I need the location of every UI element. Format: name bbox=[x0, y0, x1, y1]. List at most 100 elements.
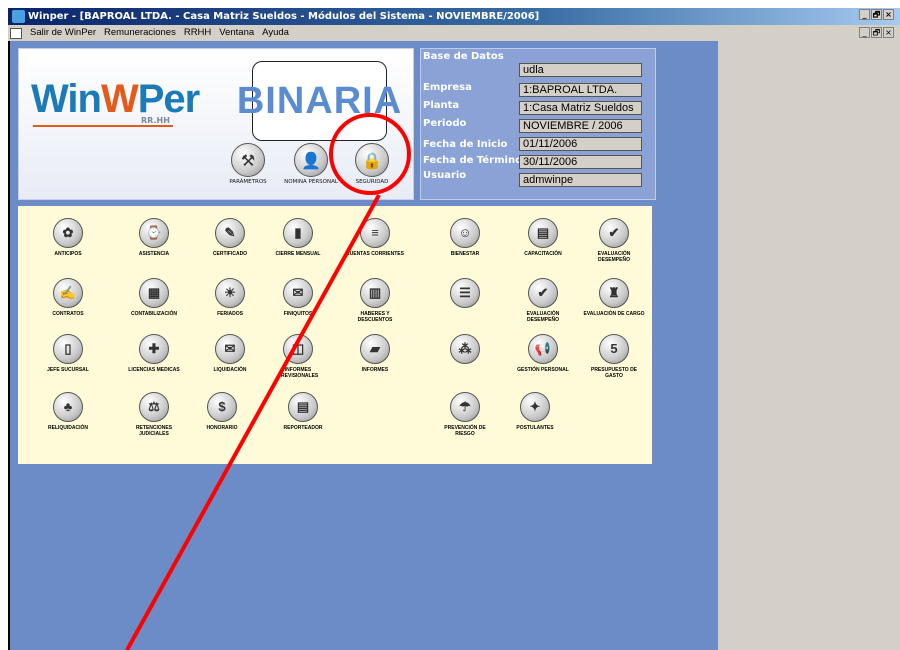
restore-button[interactable]: 🗗 bbox=[871, 9, 882, 20]
menu-ayuda[interactable]: Ayuda bbox=[258, 25, 293, 41]
module-informes-previsionales[interactable]: ◫ INFORMES PREVISIONALES bbox=[267, 334, 329, 379]
feriados-icon: ☀ bbox=[215, 278, 245, 308]
network-icon: ⁂ bbox=[450, 334, 480, 364]
value-usuario: admwinpe bbox=[519, 173, 642, 187]
label-fecha-inicio: Fecha de Inicio bbox=[423, 139, 508, 150]
module-prevencion-riesgo[interactable]: ☂ PREVENCIÓN DE RIESGO bbox=[434, 392, 496, 437]
module-feriados[interactable]: ☀ FERIADOS bbox=[199, 278, 261, 317]
module-haberes-descuentos[interactable]: ▥ HABERES Y DESCUENTOS bbox=[344, 278, 406, 323]
module-postulantes[interactable]: ✦ POSTULANTES bbox=[504, 392, 566, 431]
winper-logo-part3: Per bbox=[137, 77, 200, 121]
evaluacion-desempeno-icon: ✔ bbox=[599, 218, 629, 248]
module-certificado[interactable]: ✎ CERTIFICADO bbox=[199, 218, 261, 257]
module-anticipos[interactable]: ✿ ANTICIPOS bbox=[37, 218, 99, 257]
module-contabilizacion[interactable]: ▦ CONTABILIZACIÓN bbox=[123, 278, 185, 317]
menu-salir[interactable]: Salir de WinPer bbox=[26, 25, 100, 41]
module-jefe-sucursal[interactable]: ▯ JEFE SUCURSAL bbox=[37, 334, 99, 373]
mdi-close-button[interactable]: × bbox=[883, 27, 894, 38]
info-panel: Base de Datos udla Empresa 1:BAPROAL LTD… bbox=[420, 48, 656, 200]
mdi-window-icon[interactable] bbox=[10, 27, 22, 39]
menu-ventana[interactable]: Ventana bbox=[215, 25, 258, 41]
module-cierre-mensual[interactable]: ▮ CIERRE MENSUAL bbox=[267, 218, 329, 257]
module-evaluacion-desempeno[interactable]: ✔ EVALUACIÓN DESEMPEÑO bbox=[583, 218, 645, 263]
module-bienestar[interactable]: ☺ BIENESTAR bbox=[434, 218, 496, 257]
cuentas-corrientes-icon: ≡ bbox=[360, 218, 390, 248]
menubar: Salir de WinPer Remuneraciones RRHH Vent… bbox=[8, 25, 900, 41]
seguridad-label: SEGURIDAD bbox=[355, 179, 389, 185]
label-empresa: Empresa bbox=[423, 82, 472, 93]
value-fecha-termino: 30/11/2006 bbox=[519, 155, 642, 169]
module-licencias-medicas[interactable]: ✚ LICENCIAS MEDICAS bbox=[123, 334, 185, 373]
window-title: Winper - [BAPROAL LTDA. - Casa Matriz Su… bbox=[28, 11, 540, 22]
reliquidacion-icon: ♣ bbox=[53, 392, 83, 422]
winper-logo-part1: Win bbox=[31, 77, 102, 121]
label-planta: Planta bbox=[423, 100, 460, 111]
finiquitos-icon: ✉ bbox=[283, 278, 313, 308]
postulantes-icon: ✦ bbox=[520, 392, 550, 422]
jefe-sucursal-icon: ▯ bbox=[53, 334, 83, 364]
parametros-button[interactable]: ⚒ PARÁMETROS bbox=[218, 143, 278, 185]
money-icon: $ bbox=[207, 392, 237, 422]
tools-icon: ⚒ bbox=[231, 143, 265, 177]
window-controls: _ 🗗 × bbox=[859, 9, 894, 20]
module-unlabeled-2[interactable]: ⁂ bbox=[434, 334, 496, 367]
value-fecha-inicio: 01/11/2006 bbox=[519, 137, 642, 151]
label-fecha-termino: Fecha de Término bbox=[423, 155, 522, 166]
licencias-medicas-icon: ✚ bbox=[139, 334, 169, 364]
menu-rrhh[interactable]: RRHH bbox=[180, 25, 215, 41]
module-unlabeled[interactable]: ☰ bbox=[434, 278, 496, 311]
label-base-datos: Base de Datos bbox=[423, 51, 504, 62]
liquidacion-icon: ✉ bbox=[215, 334, 245, 364]
minimize-button[interactable]: _ bbox=[859, 9, 870, 20]
module-cuentas-corrientes[interactable]: ≡ CUENTAS CORRIENTES bbox=[344, 218, 406, 257]
module-retenciones-judiciales[interactable]: ⚖ RETENCIONES JUDICIALES bbox=[123, 392, 185, 437]
informes-icon: ▰ bbox=[360, 334, 390, 364]
person-icon: 👤 bbox=[294, 143, 328, 177]
label-periodo: Periodo bbox=[423, 118, 467, 129]
module-presupuesto-gasto[interactable]: 5 PRESUPUESTO DE GASTO bbox=[583, 334, 645, 379]
nomina-personal-button[interactable]: 👤 NOMINA PERSONAL bbox=[281, 143, 341, 185]
module-finiquitos[interactable]: ✉ FINIQUITOS bbox=[267, 278, 329, 317]
module-capacitacion[interactable]: ▤ CAPACITACIÓN bbox=[512, 218, 574, 257]
module-contratos[interactable]: ✍ CONTRATOS bbox=[37, 278, 99, 317]
module-reporteador[interactable]: ▤ REPORTEADOR bbox=[272, 392, 334, 431]
value-periodo: NOVIEMBRE / 2006 bbox=[519, 119, 642, 133]
haberes-descuentos-icon: ▥ bbox=[360, 278, 390, 308]
contratos-icon: ✍ bbox=[53, 278, 83, 308]
module-asistencia[interactable]: ⌚ ASISTENCIA bbox=[123, 218, 185, 257]
app-icon bbox=[12, 10, 25, 23]
list-icon: ☰ bbox=[450, 278, 480, 308]
right-empty-area bbox=[718, 41, 900, 650]
module-reliquidacion[interactable]: ♣ RELIQUIDACIÓN bbox=[37, 392, 99, 431]
module-honorario[interactable]: $ HONORARIO bbox=[191, 392, 253, 431]
winper-logo-subtitle: RR.HH bbox=[141, 116, 170, 125]
scales-icon: ⚖ bbox=[139, 392, 169, 422]
mdi-restore-button[interactable]: 🗗 bbox=[871, 27, 882, 38]
logo-panel: WinWPer RR.HH BINARIA ⚒ PARÁMETROS 👤 NOM… bbox=[18, 48, 414, 200]
asistencia-icon: ⌚ bbox=[139, 218, 169, 248]
menu-remuneraciones[interactable]: Remuneraciones bbox=[100, 25, 180, 41]
modules-panel: ✿ ANTICIPOS ⌚ ASISTENCIA ✎ CERTIFICADO ▮ CIE… bbox=[18, 206, 652, 464]
seguridad-button[interactable]: 🔒 SEGURIDAD bbox=[342, 143, 402, 185]
module-informes[interactable]: ▰ INFORMES bbox=[344, 334, 406, 373]
evaluacion-cargo-icon: ♜ bbox=[599, 278, 629, 308]
contabilizacion-icon: ▦ bbox=[139, 278, 169, 308]
binaria-logo: BINARIA bbox=[237, 61, 401, 141]
certificado-icon: ✎ bbox=[215, 218, 245, 248]
megaphone-icon: 📢 bbox=[528, 334, 558, 364]
bienestar-icon: ☺ bbox=[450, 218, 480, 248]
module-evaluacion-cargo[interactable]: ♜ EVALUACIÓN DE CARGO bbox=[583, 278, 645, 317]
module-evaluacion-desempeno-2[interactable]: ✔ EVALUACIÓN DESEMPEÑO bbox=[512, 278, 574, 323]
nomina-personal-label: NOMINA PERSONAL bbox=[284, 179, 338, 185]
cierre-mensual-icon: ▮ bbox=[283, 218, 313, 248]
module-liquidacion[interactable]: ✉ LIQUIDACIÓN bbox=[199, 334, 261, 373]
module-gestion-personal[interactable]: 📢 GESTIÓN PERSONAL bbox=[512, 334, 574, 373]
value-planta: 1:Casa Matriz Sueldos bbox=[519, 101, 642, 115]
prevencion-riesgo-icon: ☂ bbox=[450, 392, 480, 422]
binaria-logo-text: BINARIA bbox=[236, 79, 403, 122]
mdi-minimize-button[interactable]: _ bbox=[859, 27, 870, 38]
winper-logo-part2: W bbox=[100, 77, 139, 121]
close-button[interactable]: × bbox=[883, 9, 894, 20]
report-icon: ▤ bbox=[288, 392, 318, 422]
value-empresa: 1:BAPROAL LTDA. bbox=[519, 83, 642, 97]
